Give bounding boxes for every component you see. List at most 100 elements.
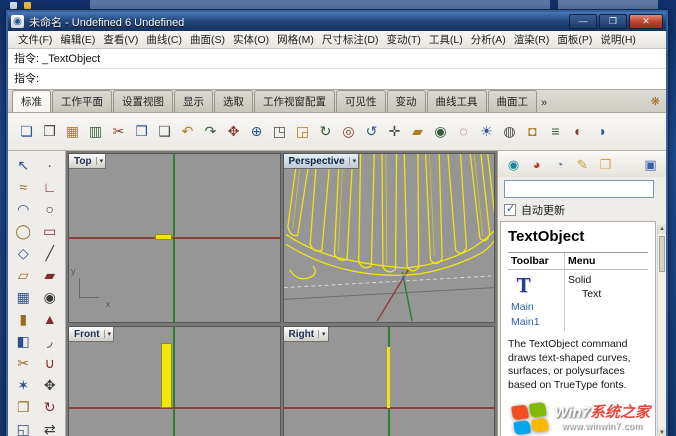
toolbar-tab[interactable]: 曲面工 bbox=[488, 90, 538, 112]
viewport-top[interactable]: y x Top ▾ bbox=[68, 153, 281, 323]
tab-overflow-button[interactable]: » bbox=[538, 97, 550, 112]
edit-pencil-icon[interactable]: ✎ bbox=[573, 155, 592, 174]
zoom-selected-icon[interactable]: ◎ bbox=[338, 121, 359, 142]
menu-item[interactable]: 尺寸标注(D) bbox=[318, 31, 383, 48]
curve-icon[interactable]: ≈ bbox=[19, 177, 27, 197]
chevron-down-icon[interactable]: ▾ bbox=[96, 157, 104, 165]
rectangle-icon[interactable]: ▭ bbox=[43, 221, 56, 241]
cylinder-icon[interactable]: ▮ bbox=[19, 309, 27, 329]
open-folder-icon[interactable]: ❒ bbox=[596, 155, 615, 174]
zoom-dynamic-icon[interactable]: ⊕ bbox=[246, 121, 267, 142]
shaded-display-icon[interactable]: ◐ bbox=[568, 121, 589, 142]
ellipse-icon[interactable]: ◯ bbox=[15, 221, 31, 241]
viewport-right[interactable]: Right ▾ bbox=[283, 326, 496, 436]
help-scrollbar[interactable]: ▲ ▼ bbox=[657, 225, 666, 436]
undo-icon[interactable]: ↶ bbox=[177, 121, 198, 142]
viewport-perspective[interactable]: Perspective ▾ bbox=[283, 153, 496, 323]
rotate-view-icon[interactable]: ↻ bbox=[315, 121, 336, 142]
truck-move-icon[interactable]: ▰ bbox=[407, 121, 428, 142]
visibility-icon[interactable]: ◍ bbox=[499, 121, 520, 142]
toolbar-tab[interactable]: 标准 bbox=[12, 90, 51, 112]
surface-icon[interactable]: ▱ bbox=[18, 265, 29, 285]
cone-icon[interactable]: ▲ bbox=[43, 309, 57, 329]
boolean-icon[interactable]: ◧ bbox=[17, 331, 30, 351]
save-icon[interactable]: ▦ bbox=[62, 121, 83, 142]
cut-icon[interactable]: ✂ bbox=[108, 121, 129, 142]
line-icon[interactable]: ╱ bbox=[46, 243, 54, 263]
viewport-front-tab[interactable]: Front ▾ bbox=[69, 327, 114, 342]
toolbar-tab[interactable]: 显示 bbox=[174, 90, 213, 112]
toolbar-tab[interactable]: 变动 bbox=[387, 90, 426, 112]
menu-item[interactable]: 工具(L) bbox=[425, 31, 467, 48]
close-button[interactable]: ✕ bbox=[629, 14, 663, 29]
menu-item[interactable]: 文件(F) bbox=[14, 31, 56, 48]
scroll-up-icon[interactable]: ▲ bbox=[658, 225, 666, 234]
new-file-icon[interactable]: ❏ bbox=[16, 121, 37, 142]
auto-update-checkbox[interactable]: ✓ bbox=[504, 204, 516, 216]
viewport-right-tab[interactable]: Right ▾ bbox=[284, 327, 329, 342]
move-tool-icon[interactable]: ✥ bbox=[44, 375, 56, 395]
lock-icon[interactable]: ◘ bbox=[522, 121, 543, 142]
link-main[interactable]: Main bbox=[511, 301, 561, 313]
undo-view-icon[interactable]: ↺ bbox=[361, 121, 382, 142]
chevron-down-icon[interactable]: ▾ bbox=[318, 330, 326, 338]
text-object-right-view[interactable] bbox=[387, 347, 390, 408]
rotate-tool-icon[interactable]: ↻ bbox=[44, 397, 56, 417]
zoom-window-icon[interactable]: ◳ bbox=[269, 121, 290, 142]
print-icon[interactable]: ▥ bbox=[85, 121, 106, 142]
dock-panel-icon[interactable]: ▣ bbox=[641, 155, 660, 174]
command-input[interactable]: 指令: bbox=[8, 69, 666, 89]
maximize-button[interactable]: ❐ bbox=[599, 14, 627, 29]
text-object-front-view[interactable] bbox=[161, 343, 172, 408]
move-icon[interactable]: ✛ bbox=[384, 121, 405, 142]
menu-item[interactable]: 曲面(S) bbox=[186, 31, 229, 48]
sphere-icon[interactable]: ◉ bbox=[44, 287, 56, 307]
paste-icon[interactable]: ❑ bbox=[154, 121, 175, 142]
loft-icon[interactable]: ▰ bbox=[44, 265, 55, 285]
record-history-icon[interactable]: ◌ bbox=[453, 121, 474, 142]
scrollbar-thumb[interactable] bbox=[659, 236, 665, 272]
layers-icon[interactable]: ≡ bbox=[545, 121, 566, 142]
join-icon[interactable]: ∪ bbox=[45, 353, 55, 373]
toolbar-tab[interactable]: 选取 bbox=[214, 90, 253, 112]
polyline-icon[interactable]: ∟ bbox=[43, 177, 57, 197]
polygon-icon[interactable]: ◇ bbox=[18, 243, 29, 263]
menu-item[interactable]: 网格(M) bbox=[273, 31, 318, 48]
copy-tool-icon[interactable]: ❐ bbox=[17, 397, 30, 417]
menu-item[interactable]: 分析(A) bbox=[467, 31, 510, 48]
menu-item[interactable]: 查看(V) bbox=[99, 31, 142, 48]
link-main1[interactable]: Main1 bbox=[511, 316, 561, 328]
toolbar-tab[interactable]: 曲线工具 bbox=[427, 90, 487, 112]
menu-item[interactable]: 面板(P) bbox=[553, 31, 596, 48]
arc-icon[interactable]: ◠ bbox=[17, 199, 29, 219]
menu-item[interactable]: 编辑(E) bbox=[56, 31, 99, 48]
redo-icon[interactable]: ↷ bbox=[200, 121, 221, 142]
text-object-top-view[interactable] bbox=[155, 234, 172, 240]
open-file-icon[interactable]: ❒ bbox=[39, 121, 60, 142]
zoom-extents-icon[interactable]: ◲ bbox=[292, 121, 313, 142]
help-pin-icon[interactable]: ◉ bbox=[504, 155, 523, 174]
render-display-icon[interactable]: ◑ bbox=[591, 121, 612, 142]
toolbar-tab[interactable]: 可见性 bbox=[336, 90, 386, 112]
viewport-front[interactable]: Front ▾ bbox=[68, 326, 281, 436]
box-icon[interactable]: ▦ bbox=[17, 287, 30, 307]
menu-item[interactable]: 渲染(R) bbox=[510, 31, 554, 48]
help-search-input[interactable] bbox=[504, 180, 654, 198]
scroll-down-icon[interactable]: ▼ bbox=[658, 429, 666, 436]
minimize-button[interactable]: — bbox=[569, 14, 597, 29]
fillet-icon[interactable]: ◞ bbox=[47, 331, 52, 351]
toolbar-tab[interactable]: 工作平面 bbox=[52, 90, 112, 112]
mirror-tool-icon[interactable]: ⇄ bbox=[44, 419, 56, 436]
menu-item[interactable]: 实体(O) bbox=[229, 31, 273, 48]
textobject-tool-icon[interactable]: T bbox=[511, 273, 536, 298]
menu-item[interactable]: 曲线(C) bbox=[142, 31, 186, 48]
viewport-top-tab[interactable]: Top ▾ bbox=[69, 154, 106, 169]
point-icon[interactable]: ∙ bbox=[48, 155, 52, 175]
toolbar-options-icon[interactable]: ❋ bbox=[651, 95, 660, 108]
chevron-down-icon[interactable]: ▾ bbox=[104, 330, 112, 338]
select-arrow-icon[interactable]: ↖ bbox=[17, 155, 29, 175]
toolbar-tab[interactable]: 设置视图 bbox=[113, 90, 173, 112]
gumball-icon[interactable]: ◉ bbox=[430, 121, 451, 142]
trim-icon[interactable]: ✂ bbox=[17, 353, 29, 373]
chevron-down-icon[interactable]: ▾ bbox=[349, 157, 357, 165]
